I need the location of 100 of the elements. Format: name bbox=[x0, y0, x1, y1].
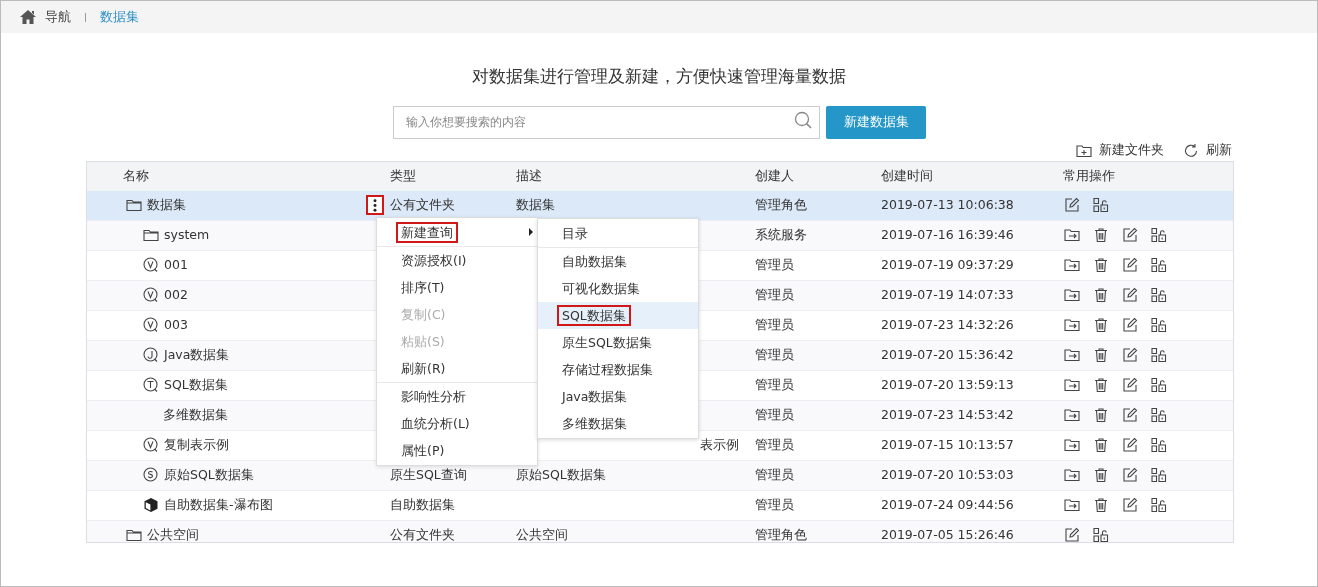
table-cell: 2019-07-19 09:37:29 bbox=[881, 256, 1014, 272]
new-folder-button[interactable]: 新建文件夹 bbox=[1075, 141, 1164, 160]
menu-item: 粘贴(S) bbox=[396, 330, 450, 352]
dataset-name: 公共空间 bbox=[147, 525, 199, 542]
submenu-arrow-icon bbox=[529, 228, 533, 236]
table-cell: 管理角色 bbox=[755, 526, 807, 542]
trash-icon[interactable] bbox=[1092, 286, 1110, 304]
edit-icon[interactable] bbox=[1121, 436, 1139, 454]
trash-icon[interactable] bbox=[1092, 316, 1110, 334]
dataset-name: 复制表示例 bbox=[164, 435, 229, 454]
permission-icon[interactable] bbox=[1150, 406, 1168, 424]
trash-icon[interactable] bbox=[1092, 376, 1110, 394]
table-cell: 管理角色 bbox=[755, 196, 807, 212]
submenu-item[interactable]: Java数据集 bbox=[557, 385, 633, 407]
table-row[interactable]: 原始SQL数据集 原生SQL查询 原始SQL数据集 管理员 2019-07-20 10:53:03 bbox=[87, 460, 1233, 491]
dataset-name: 001 bbox=[164, 255, 188, 274]
submenu-item[interactable]: SQL数据集 bbox=[557, 304, 631, 326]
edit-icon[interactable] bbox=[1121, 346, 1139, 364]
search-icon[interactable] bbox=[794, 110, 812, 129]
table-row[interactable]: 数据集 公有文件夹 数据集 管理角色 2019-07-13 10:06:38 bbox=[87, 190, 1233, 221]
permission-icon[interactable] bbox=[1092, 526, 1110, 542]
table-row[interactable]: 自助数据集-瀑布图 自助数据集 管理员 2019-07-24 09:44:56 bbox=[87, 490, 1233, 521]
trash-icon[interactable] bbox=[1092, 466, 1110, 484]
table-cell: 管理员 bbox=[755, 316, 794, 332]
edit-icon[interactable] bbox=[1121, 406, 1139, 424]
home-icon[interactable] bbox=[19, 8, 37, 26]
page-headline: 对数据集进行管理及新建，方便快速管理海量数据 bbox=[471, 65, 847, 88]
table-cell: 公有文件夹 bbox=[390, 196, 455, 212]
table-cell: 原始SQL数据集 bbox=[516, 466, 606, 482]
search-field[interactable]: 输入你想要搜索的内容 bbox=[393, 105, 820, 139]
trash-icon[interactable] bbox=[1092, 406, 1110, 424]
cube-icon bbox=[142, 496, 160, 514]
more-icon bbox=[373, 198, 377, 212]
edit-icon[interactable] bbox=[1121, 376, 1139, 394]
menu-item[interactable]: 属性(P) bbox=[396, 439, 450, 461]
move-to-folder-icon[interactable] bbox=[1063, 256, 1081, 274]
table-row[interactable]: 公共空间 公有文件夹 公共空间 管理角色 2019-07-05 15:26:46 bbox=[87, 520, 1233, 542]
move-to-folder-icon[interactable] bbox=[1063, 496, 1081, 514]
permission-icon[interactable] bbox=[1150, 226, 1168, 244]
refresh-button[interactable]: 刷新 bbox=[1182, 141, 1232, 160]
table-cell: 2019-07-20 15:36:42 bbox=[881, 346, 1014, 362]
circle-v-icon bbox=[142, 316, 160, 334]
home-link[interactable]: 导航 bbox=[45, 7, 71, 27]
menu-item[interactable]: 资源授权(I) bbox=[396, 249, 472, 271]
permission-icon[interactable] bbox=[1150, 346, 1168, 364]
table-cell: 2019-07-05 15:26:46 bbox=[881, 526, 1014, 542]
circle-j-icon bbox=[142, 346, 160, 364]
edit-icon[interactable] bbox=[1121, 286, 1139, 304]
move-to-folder-icon[interactable] bbox=[1063, 406, 1081, 424]
circle-v-icon bbox=[142, 436, 160, 454]
trash-icon[interactable] bbox=[1092, 256, 1110, 274]
submenu-item[interactable]: 存储过程数据集 bbox=[557, 358, 658, 380]
refresh-icon bbox=[1182, 141, 1200, 160]
edit-icon[interactable] bbox=[1063, 526, 1081, 542]
permission-icon[interactable] bbox=[1092, 196, 1110, 214]
move-to-folder-icon[interactable] bbox=[1063, 226, 1081, 244]
table-cell: 2019-07-13 10:06:38 bbox=[881, 196, 1014, 212]
submenu-item[interactable]: 目录 bbox=[557, 222, 593, 244]
table-cell: 2019-07-19 14:07:33 bbox=[881, 286, 1014, 302]
permission-icon[interactable] bbox=[1150, 286, 1168, 304]
submenu-item[interactable]: 原生SQL数据集 bbox=[557, 331, 657, 353]
column-header[interactable]: 描述 bbox=[516, 167, 542, 183]
column-header[interactable]: 类型 bbox=[390, 167, 416, 183]
menu-item[interactable]: 影响性分析 bbox=[396, 385, 471, 407]
circle-t-icon bbox=[142, 376, 160, 394]
column-header[interactable]: 名称 bbox=[123, 166, 149, 186]
permission-icon[interactable] bbox=[1150, 466, 1168, 484]
submenu-item[interactable]: 可视化数据集 bbox=[557, 277, 645, 299]
column-header[interactable]: 创建时间 bbox=[881, 167, 933, 183]
edit-icon[interactable] bbox=[1121, 316, 1139, 334]
edit-icon[interactable] bbox=[1121, 256, 1139, 274]
permission-icon[interactable] bbox=[1150, 496, 1168, 514]
column-header[interactable]: 创建人 bbox=[755, 167, 794, 183]
table-cell: 2019-07-20 13:59:13 bbox=[881, 376, 1014, 392]
more-button[interactable] bbox=[366, 195, 384, 215]
edit-icon[interactable] bbox=[1063, 196, 1081, 214]
table-cell: 系统服务 bbox=[755, 226, 807, 242]
menu-item[interactable]: 刷新(R) bbox=[396, 357, 451, 379]
move-to-folder-icon[interactable] bbox=[1063, 346, 1081, 364]
permission-icon[interactable] bbox=[1150, 436, 1168, 454]
edit-icon[interactable] bbox=[1121, 496, 1139, 514]
trash-icon[interactable] bbox=[1092, 496, 1110, 514]
move-to-folder-icon[interactable] bbox=[1063, 286, 1081, 304]
move-to-folder-icon[interactable] bbox=[1063, 376, 1081, 394]
permission-icon[interactable] bbox=[1150, 256, 1168, 274]
edit-icon[interactable] bbox=[1121, 466, 1139, 484]
trash-icon[interactable] bbox=[1092, 226, 1110, 244]
trash-icon[interactable] bbox=[1092, 436, 1110, 454]
edit-icon[interactable] bbox=[1121, 226, 1139, 244]
menu-item[interactable]: 新建查询 bbox=[396, 221, 458, 243]
menu-item[interactable]: 排序(T) bbox=[396, 276, 450, 298]
move-to-folder-icon[interactable] bbox=[1063, 466, 1081, 484]
permission-icon[interactable] bbox=[1150, 376, 1168, 394]
move-to-folder-icon[interactable] bbox=[1063, 436, 1081, 454]
column-header[interactable]: 常用操作 bbox=[1063, 166, 1115, 186]
trash-icon[interactable] bbox=[1092, 346, 1110, 364]
table-cell: 数据集 bbox=[516, 196, 555, 212]
move-to-folder-icon[interactable] bbox=[1063, 316, 1081, 334]
permission-icon[interactable] bbox=[1150, 316, 1168, 334]
submenu-item[interactable]: 自助数据集 bbox=[557, 250, 632, 272]
